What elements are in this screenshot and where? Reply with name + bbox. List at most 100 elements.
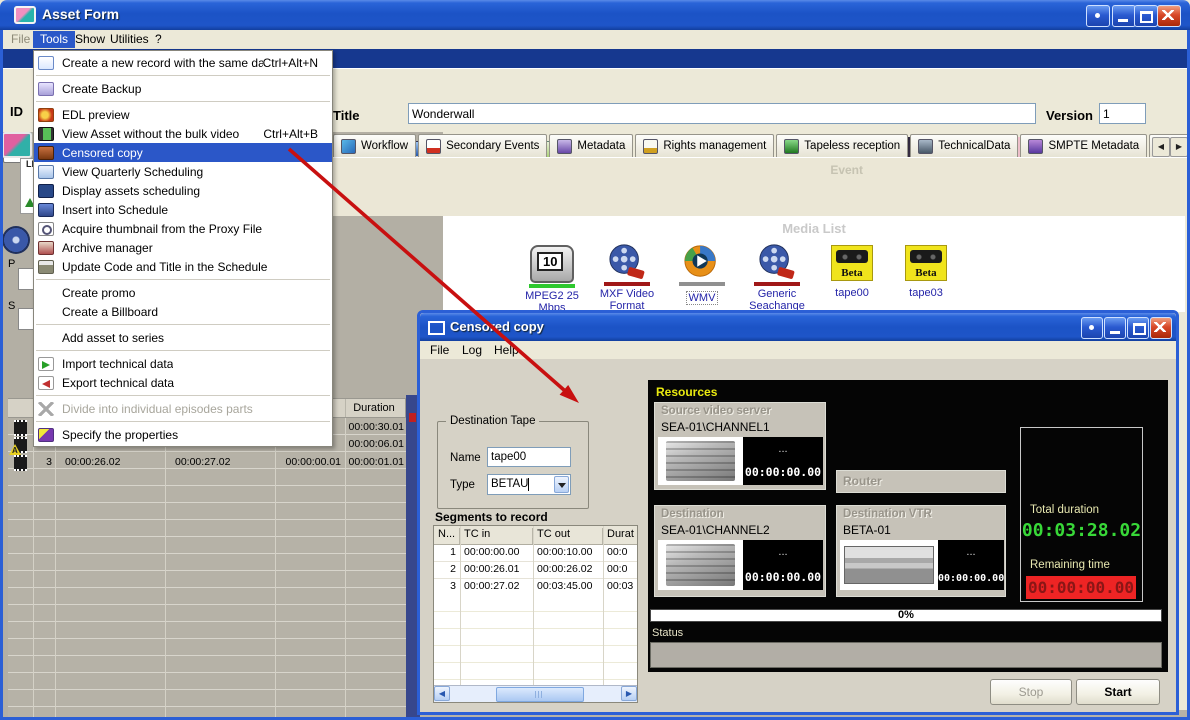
quarterly-schedule-icon bbox=[38, 165, 54, 179]
menu-separator bbox=[36, 421, 330, 422]
menu-item-import-technical[interactable]: Import technical data bbox=[34, 354, 332, 373]
no-icon bbox=[38, 286, 54, 300]
media-item-seachange[interactable]: GenericSeachange bbox=[740, 243, 814, 312]
version-input[interactable] bbox=[1099, 103, 1146, 124]
film-reel-icon bbox=[755, 243, 799, 281]
menu-item-insert-schedule[interactable]: Insert into Schedule bbox=[34, 200, 332, 219]
tape-name-input[interactable] bbox=[487, 447, 571, 467]
maximize-button[interactable] bbox=[1127, 317, 1149, 339]
maximize-button[interactable] bbox=[1134, 5, 1158, 27]
tab-secondary-events[interactable]: Secondary Events bbox=[418, 134, 547, 158]
dialog-menu-log[interactable]: Log bbox=[456, 342, 488, 358]
app-button[interactable] bbox=[1081, 317, 1103, 339]
menu-item-quarterly-scheduling[interactable]: View Quarterly Scheduling bbox=[34, 162, 332, 181]
grid-cell-tc[interactable]: 00:00:27.02 bbox=[175, 456, 230, 468]
grid-header-duration[interactable]: Duration bbox=[345, 402, 403, 414]
media-list-title: Media List bbox=[443, 216, 1185, 242]
menu-item-view-asset[interactable]: View Asset without the bulk videoCtrl+Al… bbox=[34, 124, 332, 143]
segment-row[interactable]: 200:00:26.01 00:00:26.0200:0 bbox=[434, 561, 637, 579]
menu-item-specify-properties[interactable]: Specify the properties bbox=[34, 425, 332, 444]
tapeless-icon bbox=[784, 139, 799, 154]
dialog-titlebar[interactable]: Censored copy bbox=[420, 313, 1176, 341]
grid-cell-duration[interactable]: 00:00:01.01 bbox=[345, 456, 406, 468]
main-titlebar[interactable]: Asset Form bbox=[0, 0, 1190, 30]
dropdown-arrow-icon[interactable] bbox=[554, 476, 569, 493]
grid-cell-tc[interactable]: 00:00:00.01 bbox=[275, 456, 341, 468]
menu-item-create-billboard[interactable]: Create a Billboard bbox=[34, 302, 332, 321]
close-button[interactable] bbox=[1157, 5, 1181, 27]
asset-form-window: Asset Form File Tools Show Utilities ? a… bbox=[0, 0, 1190, 720]
menu-item-acquire-thumbnail[interactable]: Acquire thumbnail from the Proxy File bbox=[34, 219, 332, 238]
col-n[interactable]: N... bbox=[434, 528, 460, 544]
grid-cell-duration[interactable]: 00:00:30.01 bbox=[345, 421, 406, 433]
media-item-mpeg2[interactable]: 10 MPEG2 25Mbps bbox=[515, 243, 589, 314]
menu-item-new-record[interactable]: Create a new record with the same dataCt… bbox=[34, 53, 332, 72]
col-tc-in[interactable]: TC in bbox=[460, 528, 533, 544]
menu-separator bbox=[36, 350, 330, 351]
menu-item-censored-copy[interactable]: Censored copy bbox=[34, 143, 332, 162]
stop-button[interactable]: Stop bbox=[990, 679, 1072, 705]
media-item-mxf[interactable]: MXF VideoFormat bbox=[590, 243, 664, 312]
media-item-wmv[interactable]: WMV bbox=[665, 243, 739, 306]
tools-dropdown-menu: Create a new record with the same dataCt… bbox=[33, 50, 333, 447]
tab-workflow[interactable]: Workflow bbox=[333, 134, 416, 158]
grid-cell-duration[interactable]: 00:00:06.01 bbox=[345, 438, 406, 450]
rights-page-icon bbox=[643, 139, 658, 154]
grid-cell-num[interactable]: 3 bbox=[33, 456, 52, 468]
menu-help[interactable]: ? bbox=[148, 31, 169, 48]
tab-tapeless-reception[interactable]: Tapeless reception bbox=[776, 134, 908, 158]
col-tc-out[interactable]: TC out bbox=[533, 528, 603, 544]
menu-item-edl-preview[interactable]: EDL preview bbox=[34, 105, 332, 124]
scroll-left-icon[interactable]: ◀ bbox=[434, 686, 450, 701]
status-label: Status bbox=[652, 627, 683, 639]
tab-scroll-right[interactable]: ▶ bbox=[1170, 137, 1188, 157]
menu-item-display-scheduling[interactable]: Display assets scheduling bbox=[34, 181, 332, 200]
menu-item-export-technical[interactable]: Export technical data bbox=[34, 373, 332, 392]
asset-icon[interactable] bbox=[2, 132, 32, 158]
name-label: Name bbox=[450, 452, 481, 464]
tab-metadata[interactable]: Metadata bbox=[549, 134, 633, 158]
grid-rows: 00:00:30.01 00:00:06.01 3 00:00:26.02 00… bbox=[8, 418, 406, 720]
tab-scroll-left[interactable]: ◀ bbox=[1152, 137, 1170, 157]
group-title: Destination Tape bbox=[446, 415, 539, 427]
horizontal-scrollbar[interactable]: ◀ ▶ bbox=[434, 685, 637, 702]
start-button[interactable]: Start bbox=[1076, 679, 1160, 705]
smpte-tree-icon bbox=[1028, 139, 1043, 154]
censored-copy-icon bbox=[38, 146, 54, 160]
tab-strip: Workflow Secondary Events Metadata Right… bbox=[333, 134, 1190, 158]
col-duration[interactable]: Durat bbox=[603, 528, 637, 544]
grid-cell-tc[interactable]: 00:00:26.02 bbox=[65, 456, 120, 468]
main-menubar: File Tools Show Utilities ? bbox=[0, 30, 1190, 49]
version-field-label: Version bbox=[1046, 108, 1093, 123]
media-item-tape03[interactable]: Beta tape03 bbox=[889, 243, 963, 299]
minimize-button[interactable] bbox=[1104, 317, 1126, 339]
dialog-menu-file[interactable]: File bbox=[424, 342, 455, 358]
menu-item-archive-manager[interactable]: Archive manager bbox=[34, 238, 332, 257]
type-label: Type bbox=[450, 479, 475, 491]
close-button[interactable] bbox=[1150, 317, 1172, 339]
scroll-right-icon[interactable]: ▶ bbox=[621, 686, 637, 701]
menu-item-add-asset-series[interactable]: Add asset to series bbox=[34, 328, 332, 347]
app-button[interactable] bbox=[1086, 5, 1110, 27]
menu-item-update-code-title[interactable]: Update Code and Title in the Schedule bbox=[34, 257, 332, 276]
menu-separator bbox=[36, 324, 330, 325]
media-item-tape00[interactable]: Beta tape00 bbox=[815, 243, 889, 299]
dialog-menu-help[interactable]: Help bbox=[488, 342, 525, 358]
segment-row[interactable]: 300:00:27.02 00:03:45.0000:03 bbox=[434, 578, 637, 596]
menu-item-create-backup[interactable]: Create Backup bbox=[34, 79, 332, 98]
menu-item-create-promo[interactable]: Create promo bbox=[34, 283, 332, 302]
no-icon bbox=[38, 331, 54, 345]
edl-preview-icon bbox=[38, 108, 54, 122]
tape-type-select[interactable]: BETAU bbox=[487, 474, 571, 495]
source-timecode-display: ... 00:00:00.00 bbox=[743, 437, 823, 485]
insert-schedule-icon bbox=[38, 203, 54, 217]
scrollbar-thumb[interactable] bbox=[496, 687, 584, 702]
title-input[interactable] bbox=[408, 103, 1036, 124]
minimize-button[interactable] bbox=[1112, 5, 1136, 27]
server-image bbox=[658, 540, 743, 590]
resources-title: Resources bbox=[656, 385, 717, 399]
segment-row[interactable]: 100:00:00.00 00:00:10.0000:0 bbox=[434, 544, 637, 562]
tab-rights-management[interactable]: Rights management bbox=[635, 134, 774, 158]
tab-smpte-metadata[interactable]: SMPTE Metadata bbox=[1020, 134, 1147, 158]
tab-technicaldata[interactable]: TechnicalData bbox=[910, 134, 1018, 158]
